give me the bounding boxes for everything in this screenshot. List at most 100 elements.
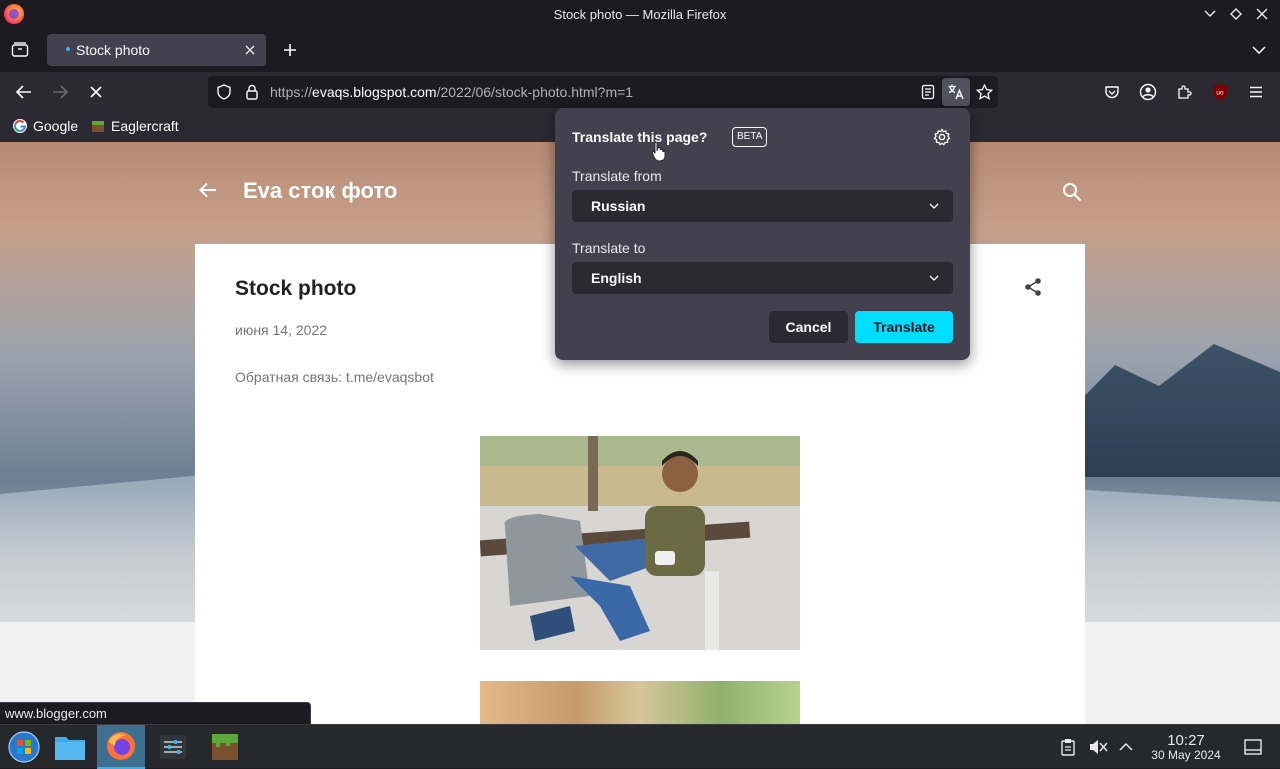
close-icon bbox=[245, 45, 255, 55]
clock-time[interactable]: 10:27 bbox=[1148, 732, 1224, 749]
new-tab-button[interactable] bbox=[278, 36, 302, 64]
translate-panel-title: Translate this page? bbox=[572, 129, 708, 145]
tracking-protection-shield-icon[interactable] bbox=[214, 82, 234, 102]
tab-close-button[interactable] bbox=[242, 42, 258, 58]
translate-button[interactable]: Translate bbox=[855, 311, 953, 343]
pocket-icon bbox=[1105, 86, 1119, 99]
diamond-icon bbox=[1230, 8, 1242, 20]
back-arrow-icon[interactable] bbox=[196, 178, 220, 202]
app-menu-button[interactable] bbox=[1244, 80, 1268, 104]
bookmark-label: Eaglercraft bbox=[111, 118, 179, 134]
firefox-icon bbox=[107, 732, 135, 760]
svg-text:uo: uo bbox=[1216, 90, 1224, 97]
ublock-shield-icon: uo bbox=[1213, 84, 1227, 100]
search-icon[interactable] bbox=[1060, 180, 1084, 204]
taskbar: 10:27 30 May 2024 bbox=[0, 724, 1280, 769]
url-host: evaqs.blogspot.com bbox=[312, 84, 437, 100]
chevron-down-icon bbox=[927, 199, 941, 213]
firefox-view-button[interactable] bbox=[8, 38, 32, 62]
gear-icon[interactable] bbox=[931, 126, 953, 148]
close-icon bbox=[90, 86, 102, 98]
chevron-down-icon bbox=[1252, 46, 1266, 54]
grass-block-icon bbox=[92, 121, 104, 132]
translate-from-label: Translate from bbox=[572, 168, 662, 184]
translate-icon[interactable] bbox=[942, 78, 970, 106]
account-icon bbox=[1139, 83, 1157, 101]
chevron-down-icon bbox=[927, 271, 941, 285]
sliders-icon bbox=[160, 735, 186, 759]
tab-strip: Stock photo bbox=[0, 28, 1280, 72]
post-date: июня 14, 2022 bbox=[235, 322, 328, 338]
page-gutter-right bbox=[1085, 622, 1280, 724]
reader-view-icon[interactable] bbox=[918, 82, 938, 102]
tab-title: Stock photo bbox=[76, 42, 150, 58]
extensions-button[interactable] bbox=[1172, 80, 1196, 104]
mouse-cursor-icon bbox=[652, 141, 666, 162]
clipboard-icon[interactable] bbox=[1058, 737, 1078, 757]
bookmark-label: Google bbox=[33, 118, 79, 134]
url-bar[interactable]: https://evaqs.blogspot.com/2022/06/stock… bbox=[208, 76, 998, 108]
firefox-taskbar-item[interactable] bbox=[97, 725, 145, 769]
volume-muted-icon[interactable] bbox=[1088, 737, 1108, 757]
firefox-view-icon bbox=[11, 42, 29, 57]
grass-block-icon bbox=[212, 734, 238, 760]
pocket-button[interactable] bbox=[1100, 80, 1124, 104]
tab-loading-dot bbox=[66, 47, 70, 51]
translate-panel: Translate this page? BETA Translate from… bbox=[555, 108, 970, 360]
translate-to-value: English bbox=[591, 270, 642, 286]
show-desktop-icon[interactable] bbox=[1243, 737, 1263, 757]
chevron-down-icon bbox=[1204, 10, 1216, 18]
url-text[interactable]: https://evaqs.blogspot.com/2022/06/stock… bbox=[270, 84, 633, 100]
post-title: Stock photo bbox=[235, 277, 357, 300]
cancel-button[interactable]: Cancel bbox=[769, 311, 848, 343]
account-button[interactable] bbox=[1136, 80, 1160, 104]
bookmark-eaglercraft[interactable]: Eaglercraft bbox=[90, 118, 179, 134]
mountain-decoration bbox=[1060, 344, 1280, 477]
ublock-origin-button[interactable]: uo bbox=[1208, 80, 1232, 104]
arrow-right-icon bbox=[53, 85, 68, 99]
maximize-button[interactable] bbox=[1226, 4, 1246, 24]
start-orb-icon bbox=[8, 731, 40, 763]
navigation-toolbar: https://evaqs.blogspot.com/2022/06/stock… bbox=[0, 72, 1280, 112]
stop-button[interactable] bbox=[84, 80, 108, 104]
start-menu-button[interactable] bbox=[0, 725, 48, 769]
blog-title[interactable]: Eva сток фото bbox=[243, 178, 397, 204]
share-icon[interactable] bbox=[1021, 275, 1045, 299]
url-path: /2022/06/stock-photo.html?m=1 bbox=[436, 84, 634, 100]
url-scheme: https:// bbox=[270, 84, 313, 100]
close-window-button[interactable] bbox=[1252, 4, 1272, 24]
chevron-up-icon[interactable] bbox=[1116, 737, 1136, 757]
post-body-text: Обратная связь: t.me/evaqsbot bbox=[235, 369, 434, 385]
post-image[interactable] bbox=[480, 436, 800, 650]
arrow-left-icon bbox=[16, 85, 31, 99]
puzzle-icon bbox=[1178, 85, 1192, 99]
status-link-preview: www.blogger.com bbox=[0, 702, 311, 724]
back-button[interactable] bbox=[12, 80, 36, 104]
window-controls bbox=[1200, 4, 1272, 24]
plus-icon bbox=[284, 44, 296, 56]
firefox-logo-icon bbox=[4, 4, 24, 24]
google-icon bbox=[13, 119, 27, 133]
minecraft-taskbar-item[interactable] bbox=[201, 725, 249, 769]
settings-taskbar-item[interactable] bbox=[149, 725, 197, 769]
close-icon bbox=[1256, 8, 1268, 20]
list-all-tabs-button[interactable] bbox=[1250, 38, 1268, 62]
window-title: Stock photo — Mozilla Firefox bbox=[553, 6, 727, 22]
tab-stock-photo[interactable]: Stock photo bbox=[47, 34, 266, 66]
hamburger-menu-icon bbox=[1250, 86, 1262, 98]
translate-to-select[interactable]: English bbox=[572, 262, 953, 294]
bookmark-star-icon[interactable] bbox=[974, 82, 994, 102]
translate-from-value: Russian bbox=[591, 198, 646, 214]
post-image-2[interactable] bbox=[480, 681, 800, 724]
translate-to-label: Translate to bbox=[572, 240, 646, 256]
bookmark-google[interactable]: Google bbox=[12, 118, 78, 134]
beta-badge: BETA bbox=[732, 127, 768, 147]
window-titlebar: Stock photo — Mozilla Firefox bbox=[0, 0, 1280, 28]
minimize-button[interactable] bbox=[1200, 4, 1220, 24]
translate-from-select[interactable]: Russian bbox=[572, 190, 953, 222]
file-manager-taskbar-item[interactable] bbox=[46, 725, 94, 769]
forward-button[interactable] bbox=[48, 80, 72, 104]
folder-icon bbox=[55, 737, 85, 760]
clock-date[interactable]: 30 May 2024 bbox=[1142, 748, 1230, 762]
lock-icon[interactable] bbox=[242, 82, 262, 102]
